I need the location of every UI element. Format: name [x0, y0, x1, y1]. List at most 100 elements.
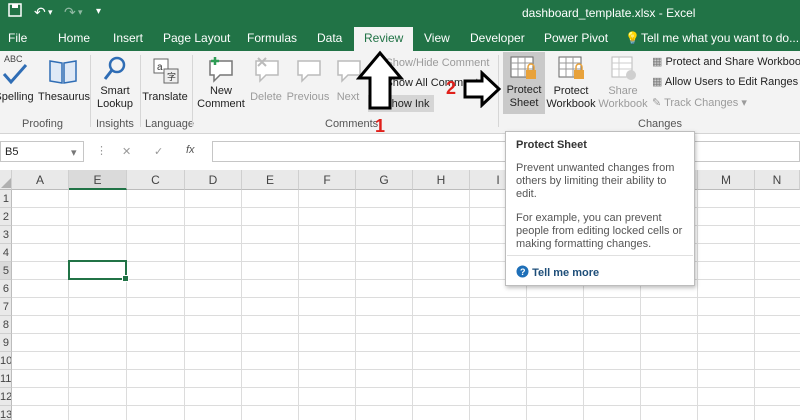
- tab-page-layout[interactable]: Page Layout: [163, 31, 230, 45]
- protect-share-workbook-button[interactable]: ▦ Protect and Share Workbook: [652, 55, 800, 68]
- protect-workbook-icon: [545, 53, 597, 85]
- protect-sheet-icon: [503, 52, 545, 84]
- column-header[interactable]: E: [242, 170, 299, 190]
- enter-icon[interactable]: ✓: [154, 145, 163, 158]
- name-box[interactable]: B5 ▾: [0, 141, 84, 162]
- translate-button[interactable]: a字 Translate: [142, 53, 188, 104]
- thesaurus-button[interactable]: Thesaurus: [38, 53, 90, 104]
- allow-users-edit-ranges-button[interactable]: ▦ Allow Users to Edit Ranges: [652, 75, 798, 88]
- column-header[interactable]: F: [299, 170, 356, 190]
- chevron-down-icon[interactable]: ▾: [71, 146, 77, 159]
- window-title: dashboard_template.xlsx - Excel: [522, 6, 696, 20]
- column-header[interactable]: M: [698, 170, 755, 190]
- column-header[interactable]: C: [127, 170, 185, 190]
- active-cell[interactable]: [68, 260, 129, 282]
- delete-comment-button[interactable]: Delete: [248, 53, 284, 104]
- tab-review[interactable]: Review: [354, 27, 414, 51]
- column-header[interactable]: A: [12, 170, 69, 190]
- tab-file[interactable]: File: [8, 31, 27, 45]
- gridline: [412, 190, 413, 420]
- column-header[interactable]: N: [755, 170, 800, 190]
- protect-workbook-button[interactable]: Protect Workbook: [545, 53, 597, 111]
- track-changes-icon: ✎: [652, 97, 662, 109]
- tooltip-title: Protect Sheet: [516, 139, 587, 151]
- row-header[interactable]: 12: [0, 388, 12, 406]
- tab-developer[interactable]: Developer: [470, 31, 525, 45]
- tab-view[interactable]: View: [424, 31, 450, 45]
- smart-lookup-button[interactable]: Smart Lookup: [94, 53, 136, 111]
- spelling-icon: ABC: [0, 53, 34, 91]
- protect-share-icon: ▦: [652, 56, 663, 68]
- tell-me-box[interactable]: Tell me what you want to do...: [641, 31, 799, 45]
- svg-text:?: ?: [520, 267, 526, 277]
- track-changes-button[interactable]: ✎ Track Changes ▾: [652, 96, 747, 109]
- column-header[interactable]: E: [69, 170, 127, 190]
- gridline: [469, 190, 470, 420]
- row-header[interactable]: 11: [0, 370, 12, 388]
- magnifier-icon: [94, 53, 136, 85]
- annotation-number-2: 2: [446, 78, 457, 98]
- redo-icon[interactable]: ↷: [64, 3, 76, 21]
- svg-text:a: a: [157, 62, 163, 73]
- gridline: [184, 190, 185, 420]
- row-header[interactable]: 8: [0, 316, 12, 334]
- gridline: [298, 190, 299, 420]
- row-header[interactable]: 1: [0, 190, 12, 208]
- annotation-number-1: 1: [375, 116, 386, 136]
- column-header[interactable]: D: [185, 170, 242, 190]
- undo-dropdown-icon[interactable]: ▾: [48, 3, 53, 21]
- gridline: [12, 333, 800, 334]
- help-icon: ?: [516, 265, 529, 278]
- save-icon[interactable]: [8, 3, 22, 21]
- new-comment-button[interactable]: New Comment: [196, 53, 246, 111]
- gridline: [12, 387, 800, 388]
- more-icon: ⋮: [96, 145, 107, 157]
- gridline: [241, 190, 242, 420]
- fill-handle[interactable]: [122, 275, 129, 282]
- customize-toolbar-icon[interactable]: ▾: [96, 3, 101, 21]
- column-header[interactable]: H: [413, 170, 470, 190]
- select-all-corner[interactable]: [0, 170, 12, 190]
- chevron-down-icon: ▾: [741, 97, 747, 109]
- row-header[interactable]: 3: [0, 226, 12, 244]
- tab-power-pivot[interactable]: Power Pivot: [544, 31, 608, 45]
- spelling-button[interactable]: ABC Spelling: [0, 53, 34, 104]
- lightbulb-icon: 💡: [625, 31, 640, 45]
- ribbon-tabs: File Home Insert Page Layout Formulas Da…: [0, 25, 800, 51]
- share-workbook-icon: [598, 53, 648, 85]
- tab-formulas[interactable]: Formulas: [247, 31, 297, 45]
- column-header[interactable]: G: [356, 170, 413, 190]
- row-header[interactable]: 9: [0, 334, 12, 352]
- share-workbook-button[interactable]: Share Workbook: [598, 53, 648, 111]
- translate-icon: a字: [142, 53, 188, 91]
- gridline: [355, 190, 356, 420]
- row-header[interactable]: 7: [0, 298, 12, 316]
- previous-comment-icon: [286, 53, 330, 85]
- tooltip-description: Prevent unwanted changes from others by …: [516, 162, 675, 200]
- annotation-arrow-right-icon: [463, 70, 502, 108]
- tab-data[interactable]: Data: [317, 31, 342, 45]
- tab-home[interactable]: Home: [58, 31, 90, 45]
- redo-dropdown-icon[interactable]: ▾: [78, 3, 83, 21]
- gridline: [754, 190, 755, 420]
- cancel-icon[interactable]: ✕: [122, 145, 131, 158]
- row-header[interactable]: 2: [0, 208, 12, 226]
- row-header[interactable]: 4: [0, 244, 12, 262]
- title-bar: ↶ ▾ ↷ ▾ ▾ dashboard_template.xlsx - Exce…: [0, 0, 800, 25]
- row-header[interactable]: 13: [0, 406, 12, 420]
- divider: [90, 55, 91, 127]
- undo-icon[interactable]: ↶: [34, 3, 46, 21]
- row-header[interactable]: 6: [0, 280, 12, 298]
- tooltip-example: For example, you can prevent people from…: [516, 212, 683, 250]
- protect-sheet-button[interactable]: Protect Sheet: [503, 52, 545, 114]
- gridline: [68, 190, 69, 420]
- row-header[interactable]: 10: [0, 352, 12, 370]
- gridline: [697, 190, 698, 420]
- previous-comment-button[interactable]: Previous: [286, 53, 330, 104]
- tell-me-more-link[interactable]: ? Tell me more: [516, 265, 599, 279]
- tab-insert[interactable]: Insert: [113, 31, 143, 45]
- row-header[interactable]: 5: [0, 262, 12, 280]
- allow-users-icon: ▦: [652, 76, 663, 88]
- insert-function-icon[interactable]: fx: [186, 144, 195, 156]
- group-label-insights: Insights: [96, 118, 134, 130]
